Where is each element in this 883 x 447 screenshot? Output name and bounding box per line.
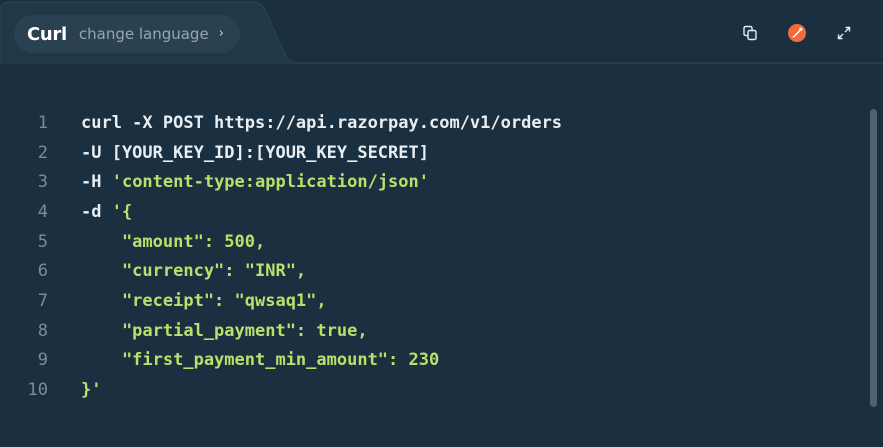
line-number: 1 <box>37 112 48 133</box>
chevron-right-icon: › <box>218 25 224 41</box>
line-number: 8 <box>37 320 48 341</box>
code-line: 5 "amount": 500, <box>0 227 860 257</box>
code-content: 1 curl -X POST https://api.razorpay.com/v… <box>0 108 860 405</box>
code-line: 1 curl -X POST https://api.razorpay.com/v… <box>0 108 860 138</box>
code-string-token: "amount": 500, <box>81 231 266 252</box>
code-string-token: 'content-type:application/json' <box>111 172 429 193</box>
code-token: curl -X POST https://api.razorpay.com/v1… <box>81 112 563 133</box>
code-string-token: "currency": "INR", <box>81 261 307 282</box>
expand-button[interactable] <box>833 22 855 44</box>
code-header: Curl change language › <box>0 0 883 64</box>
line-number: 3 <box>37 172 48 193</box>
header-actions <box>714 22 855 44</box>
line-number: 4 <box>37 201 48 222</box>
vertical-scrollbar[interactable] <box>870 109 877 407</box>
run-in-postman-button[interactable] <box>786 22 808 44</box>
code-string-token: "first_payment_min_amount": 230 <box>81 350 440 371</box>
code-string-token: "receipt": "qwsaq1", <box>81 290 327 311</box>
copy-icon <box>743 25 757 41</box>
change-language-link[interactable]: change language <box>79 25 209 43</box>
code-line: 6 "currency": "INR", <box>0 256 860 286</box>
line-number: 9 <box>37 350 48 371</box>
language-selector[interactable]: Curl change language › <box>14 15 240 53</box>
expand-icon <box>837 26 851 40</box>
code-string-token: "partial_payment": true, <box>81 320 368 341</box>
code-token: -H <box>81 172 112 193</box>
code-line: 4 -d '{ <box>0 197 860 227</box>
code-line: 10 }' <box>0 375 860 405</box>
line-number: 2 <box>37 142 48 163</box>
code-line: 2 -U [YOUR_KEY_ID]:[YOUR_KEY_SECRET] <box>0 138 860 168</box>
code-block: Curl change language › 1 curl -X POST ht… <box>0 0 883 447</box>
code-string-token: '{ <box>111 201 133 222</box>
language-name: Curl <box>27 23 67 45</box>
line-number: 10 <box>27 380 48 401</box>
postman-icon <box>788 24 806 42</box>
line-number: 5 <box>37 231 48 252</box>
code-token: -d <box>81 201 112 222</box>
code-line: 7 "receipt": "qwsaq1", <box>0 286 860 316</box>
copy-button[interactable] <box>739 22 761 44</box>
code-line: 3 -H 'content-type:application/json' <box>0 167 860 197</box>
code-line: 9 "first_payment_min_amount": 230 <box>0 346 860 376</box>
code-token: -U [YOUR_KEY_ID]:[YOUR_KEY_SECRET] <box>81 142 429 163</box>
line-number: 7 <box>37 290 48 311</box>
code-string-token: }' <box>81 380 102 401</box>
code-line: 8 "partial_payment": true, <box>0 316 860 346</box>
line-number: 6 <box>37 261 48 282</box>
